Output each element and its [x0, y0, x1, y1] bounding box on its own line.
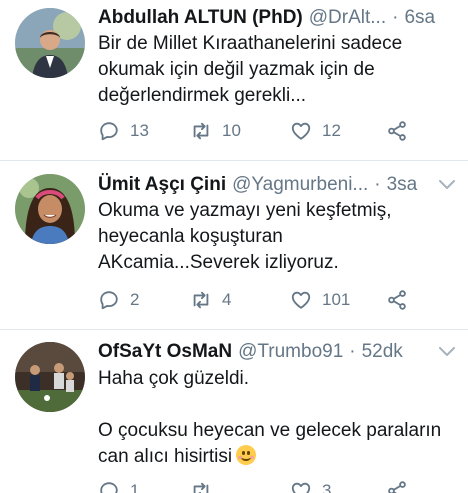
- tweet-time[interactable]: 6sa: [404, 7, 435, 29]
- tweet-actions: 1 3: [98, 478, 448, 493]
- tweet-3[interactable]: OfSaYt OsMaN @Trumbo91 · 52dk Haha çok g…: [0, 330, 468, 493]
- share-icon: [388, 290, 406, 310]
- smiling-face-emoji-icon: [236, 445, 257, 465]
- reply-count: 13: [130, 121, 149, 140]
- retweet-icon: [193, 122, 209, 140]
- tweet-time[interactable]: 3sa: [387, 174, 418, 196]
- author-name[interactable]: Ümit Aşçı Çini: [98, 174, 226, 196]
- retweet-count: 4: [222, 290, 232, 309]
- reply-button[interactable]: 13: [98, 120, 149, 142]
- retweet-icon: [193, 482, 209, 493]
- like-button[interactable]: 3: [290, 480, 331, 493]
- author-handle[interactable]: @DrAlt...: [309, 7, 386, 29]
- tweet-header: Abdullah ALTUN (PhD) @DrAlt... · 6sa: [98, 4, 458, 32]
- reply-count: 2: [130, 290, 140, 309]
- like-count: 12: [322, 121, 341, 140]
- author-handle[interactable]: @Yagmurbeni...: [232, 174, 368, 196]
- reply-icon: [100, 291, 118, 310]
- tweet-text-segment: can alıcı hisirtisi: [98, 446, 233, 467]
- like-button[interactable]: 101: [290, 289, 350, 311]
- tweet-text-line: can alıcı hisirtisi: [98, 444, 458, 470]
- retweet-button[interactable]: [190, 480, 222, 493]
- avatar[interactable]: [15, 8, 85, 78]
- share-button[interactable]: [386, 120, 408, 142]
- share-button[interactable]: [386, 480, 408, 493]
- share-icon: [388, 121, 406, 141]
- heart-icon: [291, 482, 311, 493]
- avatar-photo-woman: [15, 174, 85, 244]
- avatar[interactable]: [15, 174, 85, 244]
- like-button[interactable]: 12: [290, 120, 341, 142]
- tweet-1[interactable]: Abdullah ALTUN (PhD) @DrAlt... · 6sa Bir…: [0, 0, 468, 156]
- heart-icon: [291, 291, 311, 309]
- retweet-button[interactable]: 10: [190, 120, 241, 142]
- separator-dot: ·: [392, 7, 399, 28]
- tweet-time[interactable]: 52dk: [362, 341, 403, 363]
- share-icon: [388, 481, 406, 493]
- tweet-text: Bir de Millet Kıraathanelerini sadece ok…: [98, 33, 403, 106]
- tweet-text-line: O çocuksu heyecan ve gelecek paraların: [98, 420, 442, 441]
- tweet-actions: 13 10 12: [98, 118, 448, 144]
- avatar-photo-man: [15, 8, 85, 78]
- reply-count: 1: [130, 481, 140, 493]
- heart-icon: [291, 122, 311, 140]
- avatar[interactable]: [15, 342, 85, 412]
- chevron-down-icon: [439, 180, 455, 189]
- tweet-actions: 2 4 101: [98, 287, 448, 313]
- tweet-menu-button[interactable]: [436, 174, 458, 196]
- reply-icon: [100, 122, 118, 141]
- author-handle[interactable]: @Trumbo91: [238, 341, 343, 363]
- retweet-icon: [193, 291, 209, 309]
- tweet-header: OfSaYt OsMaN @Trumbo91 · 52dk: [98, 338, 458, 366]
- retweet-button[interactable]: 4: [190, 289, 231, 311]
- like-count: 101: [322, 290, 351, 309]
- like-count: 3: [322, 481, 332, 493]
- author-name[interactable]: OfSaYt OsMaN: [98, 341, 232, 363]
- tweet-text: Okuma ve yazmayı yeni keşfetmiş, heyecan…: [98, 200, 392, 273]
- reply-button[interactable]: 2: [98, 289, 139, 311]
- tweet-header: Ümit Aşçı Çini @Yagmurbeni... · 3sa: [98, 171, 458, 199]
- share-button[interactable]: [386, 289, 408, 311]
- tweet-2[interactable]: Ümit Aşçı Çini @Yagmurbeni... · 3sa Okum…: [0, 161, 468, 329]
- tweet-text-line: Haha çok güzeldi.: [98, 368, 250, 389]
- tweet-menu-button[interactable]: [436, 341, 458, 363]
- author-name[interactable]: Abdullah ALTUN (PhD): [98, 7, 303, 29]
- reply-icon: [100, 482, 118, 493]
- separator-dot: ·: [349, 341, 356, 362]
- tweet-text: Haha çok güzeldi. O çocuksu heyecan ve g…: [98, 366, 458, 470]
- reply-button[interactable]: 1: [98, 480, 139, 493]
- separator-dot: ·: [374, 174, 381, 195]
- retweet-count: 10: [222, 121, 241, 140]
- avatar-photo-football: [15, 342, 85, 412]
- chevron-down-icon: [439, 347, 455, 356]
